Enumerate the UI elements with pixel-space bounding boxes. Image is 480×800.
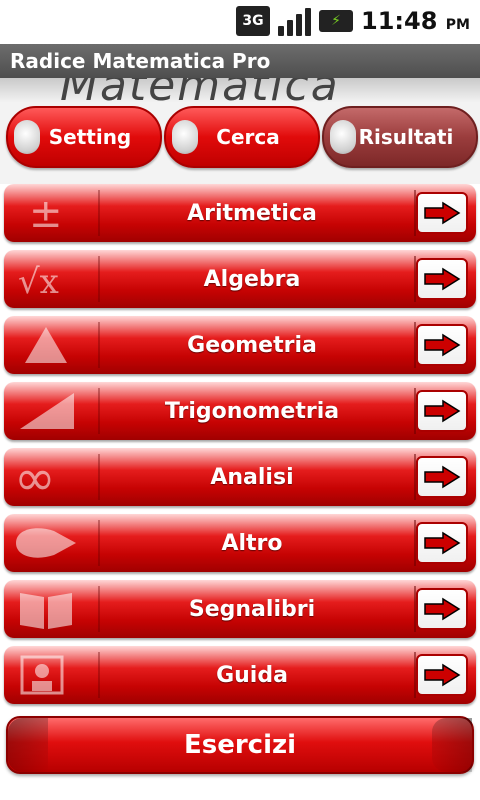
svg-text:√x: √x [18,262,59,301]
divider [98,520,100,566]
menu-item-label: Algebra [203,266,301,292]
divider [414,388,416,434]
signal-bar [287,20,294,36]
divider [414,586,416,632]
divider [414,520,416,566]
radio-dot-icon [330,120,356,154]
menu-item-label: Altro [221,530,283,556]
menu-item-geometria[interactable]: Geometria [4,316,476,374]
plus-minus-icon: ± [4,184,88,242]
network-label: 3G [242,13,264,29]
divider [98,322,100,368]
divider [98,454,100,500]
arrow-right-icon[interactable] [416,390,468,432]
risultati-label: Risultati [358,125,454,149]
battery-charging-icon: ⚡ [319,10,354,32]
radio-dot-icon [14,120,40,154]
arrow-right-icon[interactable] [416,654,468,696]
menu-item-label: Aritmetica [187,200,317,226]
signal-icon [278,6,312,36]
radio-dot-icon [172,120,198,154]
menu-item-analisi[interactable]: ∞ Analisi [4,448,476,506]
signal-bar [296,14,303,36]
menu-item-label: Trigonometria [164,398,340,424]
divider [414,454,416,500]
menu-item-aritmetica[interactable]: ± Aritmetica [4,184,476,242]
book-icon [4,580,88,638]
arrow-right-icon[interactable] [416,522,468,564]
divider [414,652,416,698]
divider [414,322,416,368]
svg-text:±: ± [29,193,63,233]
top-tabs: Setting Cerca Risultati [0,102,480,184]
esercizi-label: Esercizi [183,730,297,760]
menu-item-label: Geometria [187,332,317,358]
esercizi-button[interactable]: Esercizi [6,716,474,774]
divider [98,256,100,302]
menu-item-label: Analisi [210,464,294,490]
divider [98,190,100,236]
cerca-label: Cerca [216,125,280,149]
menu-item-label: Guida [216,662,288,688]
svg-text:∞: ∞ [14,455,56,499]
drop-icon [4,514,88,572]
square-root-icon: √x [4,250,88,308]
menu-item-altro[interactable]: Altro [4,514,476,572]
signal-bar [278,26,285,36]
clock: 11:48 PM [361,7,470,35]
menu-item-algebra[interactable]: √x Algebra [4,250,476,308]
help-icon [4,646,88,704]
banner: Matematica [0,78,480,102]
risultati-button[interactable]: Risultati [322,106,478,168]
clock-ampm: PM [445,17,470,33]
triangle-icon [4,316,88,374]
arrow-right-icon[interactable] [416,258,468,300]
status-bar: 3G ⚡ 11:48 PM [0,0,480,44]
menu-item-label: Segnalibri [188,596,316,622]
arrow-right-icon[interactable] [416,192,468,234]
divider [414,256,416,302]
right-triangle-icon [4,382,88,440]
divider [98,388,100,434]
app-title: Radice Matematica Pro [0,44,480,78]
cerca-button[interactable]: Cerca [164,106,320,168]
menu-item-trigonometria[interactable]: Trigonometria [4,382,476,440]
main-menu: ± Aritmetica √x Algebra Geometria Trigon… [0,184,480,704]
menu-item-segnalibri[interactable]: Segnalibri [4,580,476,638]
banner-logo-text: Matematica [60,78,340,102]
divider [98,652,100,698]
setting-label: Setting [48,125,132,149]
signal-bar [305,8,312,36]
divider [414,190,416,236]
status-icons: 3G ⚡ 11:48 PM [236,6,470,36]
setting-button[interactable]: Setting [6,106,162,168]
arrow-right-icon[interactable] [416,324,468,366]
arrow-right-icon[interactable] [416,456,468,498]
arrow-right-icon[interactable] [416,588,468,630]
network-3g-icon: 3G [236,6,271,36]
clock-time: 11:48 [361,7,438,35]
divider [98,586,100,632]
menu-item-guida[interactable]: Guida [4,646,476,704]
infinity-icon: ∞ [4,448,88,506]
